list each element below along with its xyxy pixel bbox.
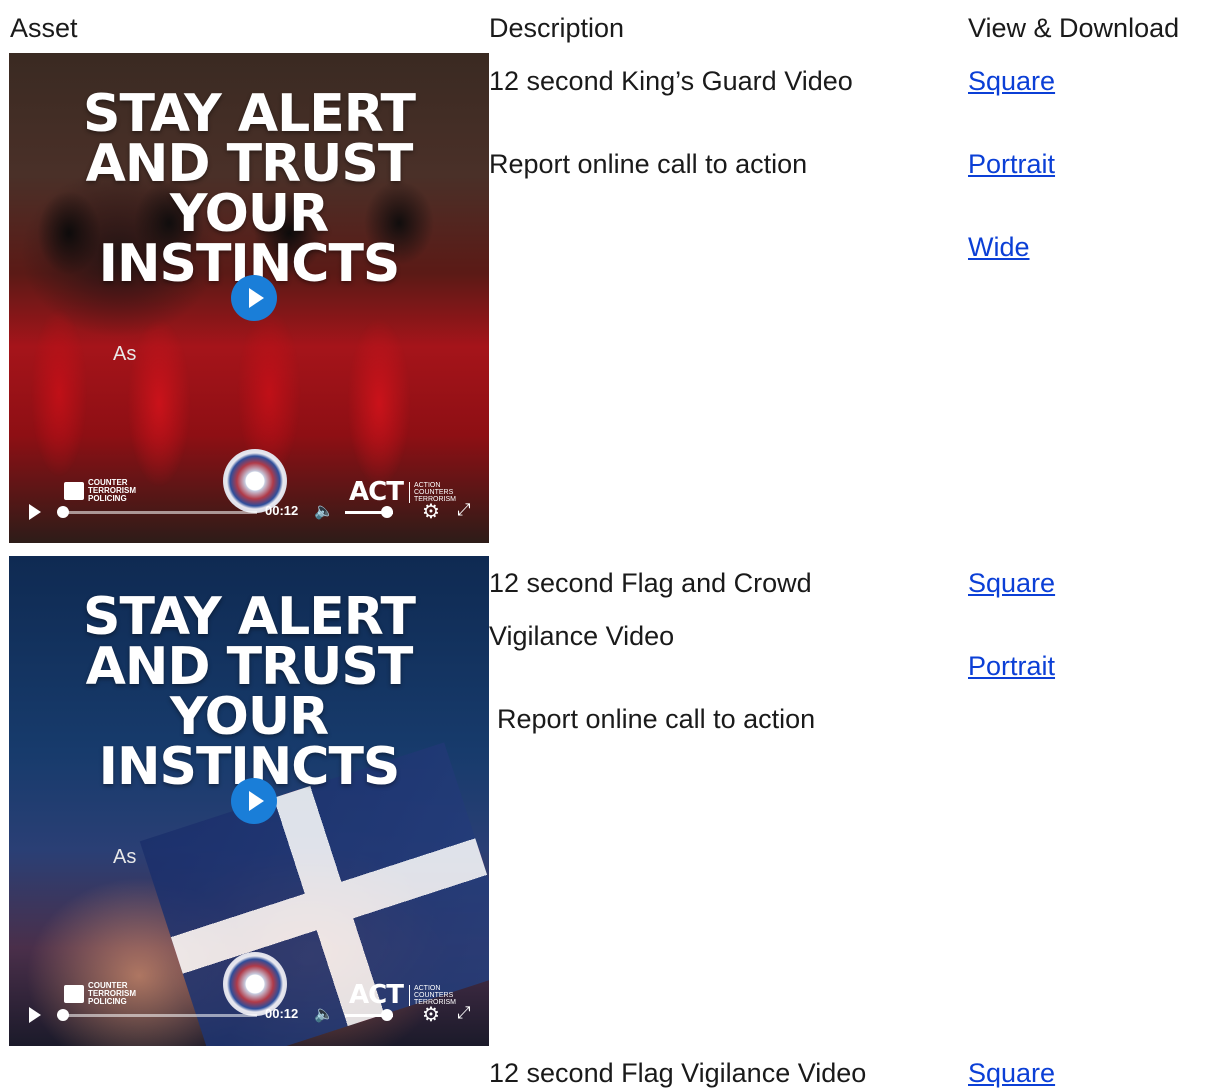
row-2-description-cta: Report online call to action: [497, 704, 816, 734]
headline-line: YOUR: [169, 687, 329, 747]
link-portrait[interactable]: Portrait: [968, 650, 1055, 682]
row-2-description-title-cont: Vigilance Video: [489, 621, 675, 651]
video-controls: 00:12 🔈 ⚙ ⤢: [9, 497, 489, 527]
headline-line: STAY ALERT: [83, 84, 416, 144]
play-control-icon[interactable]: [29, 504, 41, 520]
progress-bar[interactable]: [61, 511, 257, 514]
row-1-description-cta: Report online call to action: [489, 149, 808, 179]
headline-line: STAY ALERT: [83, 587, 416, 647]
headline-line: AND TRUST: [85, 637, 414, 697]
header-description: Description: [489, 13, 625, 43]
link-wide[interactable]: Wide: [968, 231, 1030, 263]
volume-handle[interactable]: [381, 1009, 393, 1021]
row-2-description-title: 12 second Flag and Crowd: [489, 568, 812, 598]
act-tagline-line: ACTION: [413, 984, 441, 992]
progress-bar[interactable]: [61, 1014, 257, 1017]
header-asset: Asset: [10, 13, 78, 43]
fullscreen-icon[interactable]: ⤢: [457, 1003, 471, 1023]
header-view-download: View & Download: [968, 13, 1180, 43]
headline-line: AND TRUST: [85, 134, 414, 194]
act-tagline-line: COUNTERS: [413, 991, 454, 999]
video-player-kings-guard[interactable]: STAY ALERT AND TRUST YOUR INSTINCTS As C…: [9, 53, 489, 543]
time-display: 00:12: [265, 503, 299, 518]
link-square[interactable]: Square: [968, 567, 1055, 599]
video-overlay-text: As: [113, 343, 137, 365]
time-display: 00:12: [265, 1006, 299, 1021]
link-square[interactable]: Square: [968, 65, 1055, 97]
play-icon[interactable]: [231, 778, 277, 824]
fullscreen-icon[interactable]: ⤢: [457, 500, 471, 520]
act-tagline-line: ACTION: [413, 481, 441, 489]
gear-icon[interactable]: ⚙: [422, 499, 440, 524]
video-player-flag-crowd[interactable]: STAY ALERT AND TRUST YOUR INSTINCTS As C…: [9, 556, 489, 1046]
video-headline: STAY ALERT AND TRUST YOUR INSTINCTS: [9, 587, 489, 793]
play-control-icon[interactable]: [29, 1007, 41, 1023]
gear-icon[interactable]: ⚙: [422, 1002, 440, 1027]
row-3-description-title: 12 second Flag Vigilance Video: [489, 1058, 867, 1088]
video-controls: 00:12 🔈 ⚙ ⤢: [9, 1000, 489, 1030]
volume-icon[interactable]: 🔈: [314, 501, 334, 521]
play-icon[interactable]: [231, 275, 277, 321]
volume-icon[interactable]: 🔈: [314, 1004, 334, 1024]
progress-handle[interactable]: [57, 506, 69, 518]
act-tagline-line: COUNTERS: [413, 488, 454, 496]
link-square[interactable]: Square: [968, 1057, 1055, 1089]
volume-handle[interactable]: [381, 506, 393, 518]
headline-line: YOUR: [169, 184, 329, 244]
row-1-description-title: 12 second King’s Guard Video: [489, 66, 853, 96]
link-portrait[interactable]: Portrait: [968, 148, 1055, 180]
progress-handle[interactable]: [57, 1009, 69, 1021]
video-headline: STAY ALERT AND TRUST YOUR INSTINCTS: [9, 84, 489, 290]
video-overlay-text: As: [113, 846, 137, 868]
